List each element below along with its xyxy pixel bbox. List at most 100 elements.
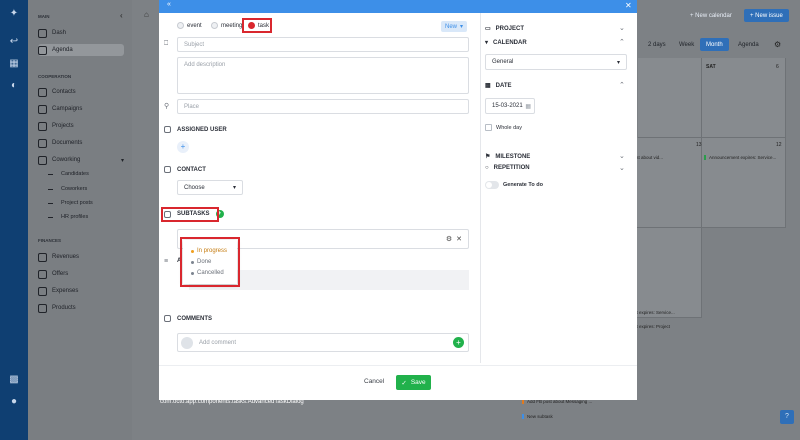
sidebar-item-campaigns[interactable]: Campaigns xyxy=(38,103,124,115)
collapse-sidebar-icon[interactable]: ‹ xyxy=(120,11,123,20)
save-button[interactable]: ✓ Save xyxy=(396,375,431,390)
sidebar-subitem-candidates[interactable]: Candidates xyxy=(48,171,89,177)
section-finances-label: FINANCES xyxy=(38,238,62,243)
help-icon[interactable]: ? xyxy=(780,410,794,424)
uk-flag-icon[interactable]: ▩ xyxy=(8,374,20,386)
status-dropdown[interactable]: New ▾ xyxy=(441,21,467,32)
section-main-label: MAIN xyxy=(38,14,50,19)
section-cooperation-label: COOPERATION xyxy=(38,74,72,79)
calendar-settings-icon[interactable]: ⚙ xyxy=(774,40,781,49)
sidebar-item-expenses[interactable]: Expenses xyxy=(38,285,124,297)
repetition-section-label[interactable]: ○ REPETITION xyxy=(485,165,530,171)
send-comment-button[interactable]: + xyxy=(453,337,464,348)
expenses-icon xyxy=(38,286,47,296)
settings-icon[interactable]: ⚙ xyxy=(446,235,452,243)
repeat-icon: ○ xyxy=(485,165,489,171)
avatar xyxy=(181,336,193,349)
calendar-picker-icon[interactable]: ▦ xyxy=(525,103,531,110)
sidebar-item-coworking[interactable]: Coworking ▾ xyxy=(38,154,124,166)
products-icon xyxy=(38,303,47,313)
project-section-label[interactable]: ▭ PROJECT xyxy=(485,25,524,33)
add-user-button[interactable]: + xyxy=(177,141,189,153)
close-icon[interactable]: ✕ xyxy=(456,235,462,243)
sidebar-subitem-project-posts[interactable]: Project posts xyxy=(48,200,93,206)
view-week-button[interactable]: Week xyxy=(673,38,700,51)
place-input[interactable]: Place xyxy=(177,99,469,114)
calendar-event[interactable]: Announcement expires: Service... xyxy=(704,155,786,160)
new-issue-button[interactable]: + New issue xyxy=(744,9,789,22)
chevron-down-icon: ▾ xyxy=(120,157,124,164)
sidebar-item-documents[interactable]: Documents xyxy=(38,137,124,149)
day-number: 13 xyxy=(696,142,702,148)
app-logo-icon[interactable]: ✦ xyxy=(8,8,20,20)
highlight-task-type xyxy=(242,18,272,33)
sidebar-item-products[interactable]: Products xyxy=(38,302,124,314)
sidebar-item-dash[interactable]: Dash xyxy=(38,27,124,39)
comment-icon xyxy=(164,315,171,322)
chevron-up-icon[interactable]: ⌃ xyxy=(619,38,625,46)
coworking-icon xyxy=(38,155,47,165)
calendar-section-label[interactable]: ▾ CALENDAR xyxy=(485,39,527,47)
task-dialog: « ✕ event meeting task New ▾ ⎕ Subject Ad… xyxy=(159,0,637,400)
sidebar-item-contacts[interactable]: Contacts xyxy=(38,86,124,98)
date-icon: ▦ xyxy=(485,83,491,89)
contacts-icon xyxy=(38,87,47,97)
new-calendar-button[interactable]: + New calendar xyxy=(684,9,738,22)
calendar-event[interactable]: New subtask xyxy=(522,414,608,419)
close-icon[interactable]: ✕ xyxy=(625,1,632,10)
divider xyxy=(480,13,481,363)
whole-day-checkbox[interactable]: Whole day xyxy=(485,124,522,131)
date-section-label[interactable]: ▦ DATE xyxy=(485,82,512,90)
cancel-button[interactable]: Cancel xyxy=(364,378,384,385)
check-icon: ✓ xyxy=(401,379,407,387)
projects-icon xyxy=(38,121,47,131)
chevron-down-icon: ▾ xyxy=(460,24,464,30)
milestone-section-label[interactable]: ⚑ MILESTONE xyxy=(485,153,530,161)
toggle-switch xyxy=(485,181,499,189)
sidebar-subitem-hr-profiles[interactable]: HR profiles xyxy=(48,214,88,220)
day-number: 12 xyxy=(776,142,782,148)
chevron-down-icon: ▾ xyxy=(232,185,236,191)
home-icon[interactable]: ⌂ xyxy=(144,10,149,19)
campaigns-icon xyxy=(38,104,47,114)
radio-icon xyxy=(211,22,218,29)
apps-grid-icon[interactable]: ▦ xyxy=(8,58,20,70)
day-number: 6 xyxy=(776,64,779,70)
chevron-down-icon[interactable]: ⌄ xyxy=(619,152,625,160)
sidebar-item-revenues[interactable]: Revenues xyxy=(38,251,124,263)
speaker-icon[interactable]: ◐ xyxy=(8,80,20,92)
comment-input[interactable]: Add comment + xyxy=(177,333,469,352)
highlight-status-menu xyxy=(180,237,240,287)
sidebar-item-agenda[interactable]: Agenda xyxy=(38,44,124,56)
type-radio-meeting[interactable]: meeting xyxy=(211,22,242,29)
dialog-header: « ✕ xyxy=(159,0,637,13)
app-rail: ✦ ↩ ▦ ◐ ▩ ● xyxy=(0,0,28,440)
checkbox-icon xyxy=(485,124,492,131)
sidebar-subitem-coworkers[interactable]: Coworkers xyxy=(48,186,87,192)
contact-label: CONTACT xyxy=(164,166,206,173)
subject-input[interactable]: Subject xyxy=(177,37,469,52)
expand-icon[interactable]: « xyxy=(167,1,171,8)
offers-icon xyxy=(38,269,47,279)
chevron-down-icon: ▾ xyxy=(616,59,620,66)
sidebar-item-projects[interactable]: Projects xyxy=(38,120,124,132)
description-textarea[interactable]: Add description xyxy=(177,57,469,94)
chevron-down-icon[interactable]: ⌄ xyxy=(619,164,625,172)
view-agenda-button[interactable]: Agenda xyxy=(732,38,765,51)
generate-todo-toggle[interactable]: Generate To do xyxy=(485,181,543,189)
user-icon xyxy=(164,126,171,133)
chevron-down-icon[interactable]: ⌄ xyxy=(619,24,625,32)
date-input[interactable]: 15-03-2021 ▦ xyxy=(485,98,535,114)
view-2days-button[interactable]: 2 days xyxy=(642,38,672,51)
view-month-button[interactable]: Month xyxy=(700,38,729,51)
back-icon[interactable]: ↩ xyxy=(8,36,20,48)
sidebar-item-offers[interactable]: Offers xyxy=(38,268,124,280)
chevron-up-icon[interactable]: ⌃ xyxy=(619,81,625,89)
subject-icon: ⎕ xyxy=(164,40,169,47)
type-radio-event[interactable]: event xyxy=(177,22,202,29)
contact-select[interactable]: Choose ▾ xyxy=(177,180,243,195)
contact-icon xyxy=(164,166,171,173)
user-avatar-icon[interactable]: ● xyxy=(8,396,20,408)
documents-icon xyxy=(38,138,47,148)
calendar-select[interactable]: General ▾ xyxy=(485,54,627,70)
